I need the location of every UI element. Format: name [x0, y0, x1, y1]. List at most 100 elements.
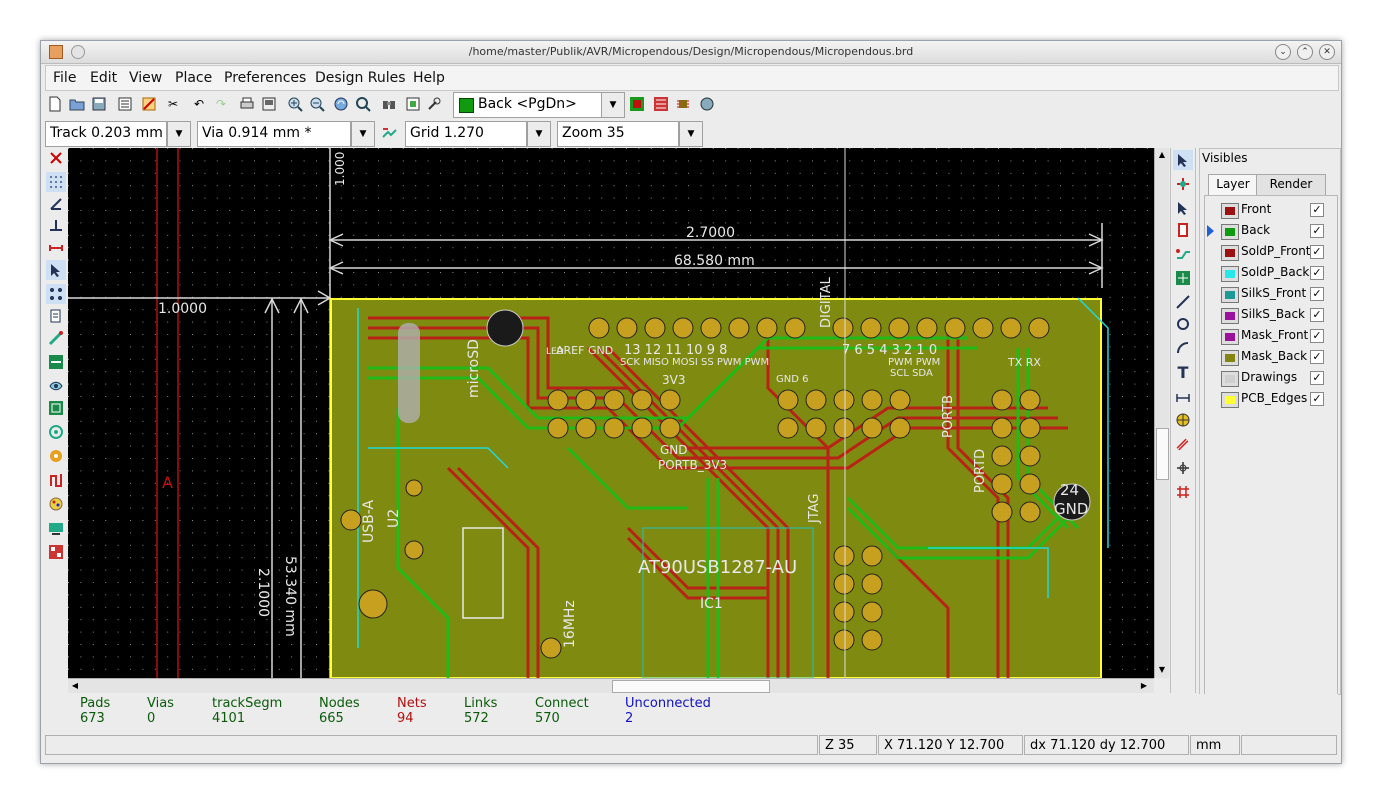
layer-name[interactable]: Back	[1241, 223, 1270, 237]
local-ratsnest-icon[interactable]	[1173, 198, 1193, 218]
layer-row[interactable]: SilkS_Back ✓	[1205, 305, 1337, 326]
layer-name[interactable]: SilkS_Front	[1241, 286, 1306, 300]
layer-color-swatch[interactable]	[1221, 392, 1239, 408]
polar-coords-icon[interactable]	[46, 194, 66, 214]
layer-name[interactable]: PCB_Edges	[1241, 391, 1307, 405]
layer-visible-checkbox[interactable]: ✓	[1310, 371, 1324, 385]
layer-color-swatch[interactable]	[1221, 266, 1239, 282]
zoom-fit-icon[interactable]	[353, 94, 373, 114]
zoom-out-icon[interactable]	[307, 94, 327, 114]
menu-place[interactable]: Place	[175, 70, 212, 86]
page-settings-icon[interactable]	[115, 94, 135, 114]
find-icon[interactable]	[379, 94, 399, 114]
grid-dropdown-icon[interactable]: ▼	[527, 121, 551, 147]
add-zone-icon[interactable]	[1173, 268, 1193, 288]
print-icon[interactable]	[237, 94, 257, 114]
cursor-shape-icon[interactable]	[46, 260, 66, 280]
tracks-sketch-icon[interactable]	[46, 470, 66, 490]
netlist-icon[interactable]	[403, 94, 423, 114]
add-target-icon[interactable]	[1173, 410, 1193, 430]
scroll-down-icon[interactable]: ▼	[1156, 664, 1168, 676]
layer-row[interactable]: SoldP_Back ✓	[1205, 263, 1337, 284]
layer-color-swatch[interactable]	[1221, 287, 1239, 303]
autoroute-icon[interactable]	[651, 94, 671, 114]
autoplace-icon[interactable]	[673, 94, 693, 114]
minimize-icon[interactable]: ⌄	[1275, 44, 1291, 60]
add-module-icon[interactable]	[1173, 220, 1193, 240]
layer-color-swatch[interactable]	[1221, 203, 1239, 219]
layer-row[interactable]: SilkS_Front ✓	[1205, 284, 1337, 305]
canvas-horizontal-scrollbar[interactable]: ◀ ▶	[68, 678, 1154, 693]
close-icon[interactable]: ✕	[1319, 44, 1335, 60]
auto-delete-track-icon[interactable]	[46, 328, 66, 348]
track-width-dropdown-icon[interactable]: ▼	[167, 121, 191, 147]
plot-icon[interactable]	[259, 94, 279, 114]
layer-row[interactable]: Front ✓	[1205, 200, 1337, 221]
units-inch-icon[interactable]	[46, 216, 66, 236]
board-setup-icon[interactable]	[139, 94, 159, 114]
layer-visible-checkbox[interactable]: ✓	[1310, 308, 1324, 322]
add-circle-icon[interactable]	[1173, 314, 1193, 334]
via-size-select[interactable]: Via 0.914 mm *	[197, 121, 351, 147]
layer-row[interactable]: Mask_Front ✓	[1205, 326, 1337, 347]
layer-visible-checkbox[interactable]: ✓	[1310, 245, 1324, 259]
track-width-select[interactable]: Track 0.203 mm *	[45, 121, 174, 147]
menu-view[interactable]: View	[129, 70, 162, 86]
layer-color-swatch[interactable]	[1221, 224, 1239, 240]
menu-edit[interactable]: Edit	[90, 70, 117, 86]
vertical-scroll-thumb[interactable]	[1156, 428, 1169, 480]
save-icon[interactable]	[89, 94, 109, 114]
zoom-dropdown-icon[interactable]: ▼	[679, 121, 703, 147]
menu-help[interactable]: Help	[413, 70, 445, 86]
tab-render[interactable]: Render	[1256, 174, 1326, 195]
grid-icon[interactable]	[46, 172, 66, 192]
zoom-redraw-icon[interactable]	[331, 94, 351, 114]
layers-manager-icon[interactable]	[46, 542, 66, 562]
via-size-dropdown-icon[interactable]: ▼	[351, 121, 375, 147]
layer-row[interactable]: Back ✓	[1205, 221, 1337, 242]
add-dimension-icon[interactable]	[1173, 386, 1193, 406]
add-arc-icon[interactable]	[1173, 338, 1193, 358]
canvas-vertical-scrollbar[interactable]: ▲ ▼	[1154, 148, 1169, 678]
zoom-in-icon[interactable]	[285, 94, 305, 114]
layer-visible-checkbox[interactable]: ✓	[1310, 266, 1324, 280]
open-icon[interactable]	[67, 94, 87, 114]
menu-design-rules[interactable]: Design Rules	[315, 70, 406, 86]
layer-name[interactable]: SoldP_Back	[1241, 265, 1309, 279]
layer-row[interactable]: PCB_Edges ✓	[1205, 389, 1337, 410]
grid-origin-icon[interactable]	[1173, 482, 1193, 502]
scroll-left-icon[interactable]: ◀	[69, 680, 81, 692]
add-line-icon[interactable]	[1173, 292, 1193, 312]
layer-name[interactable]: Mask_Back	[1241, 349, 1307, 363]
ratsnest-icon[interactable]	[46, 284, 66, 304]
grid-select[interactable]: Grid 1.270	[405, 121, 527, 147]
scroll-up-icon[interactable]: ▲	[1156, 149, 1168, 161]
highlight-net-icon[interactable]	[1173, 174, 1193, 194]
menu-preferences[interactable]: Preferences	[224, 70, 306, 86]
new-board-icon[interactable]	[45, 94, 65, 114]
layer-pair-icon[interactable]	[627, 94, 647, 114]
layer-select-dropdown-icon[interactable]: ▼	[601, 92, 625, 118]
auto-track-width-icon[interactable]	[379, 123, 399, 143]
redo-icon[interactable]: ↷	[211, 94, 231, 114]
layer-name[interactable]: Drawings	[1241, 370, 1297, 384]
layer-name[interactable]: SoldP_Front	[1241, 244, 1311, 258]
pads-sketch-icon[interactable]	[46, 422, 66, 442]
undo-icon[interactable]: ↶	[189, 94, 209, 114]
delete-icon[interactable]	[1173, 434, 1193, 454]
layer-select[interactable]: Back <PgDn>	[453, 92, 625, 118]
zones-hide-icon[interactable]	[46, 376, 66, 396]
scroll-right-icon[interactable]: ▶	[1138, 680, 1150, 692]
module-ratsnest-icon[interactable]	[46, 306, 66, 326]
cut-icon[interactable]: ✂	[163, 94, 183, 114]
layer-color-swatch[interactable]	[1221, 245, 1239, 261]
layer-visible-checkbox[interactable]: ✓	[1310, 224, 1324, 238]
web-icon[interactable]	[697, 94, 717, 114]
horizontal-scroll-thumb[interactable]	[612, 680, 770, 693]
high-contrast-icon[interactable]	[46, 494, 66, 514]
drc-off-icon[interactable]	[46, 148, 66, 168]
drc-icon[interactable]	[425, 94, 445, 114]
layer-color-swatch[interactable]	[1221, 329, 1239, 345]
layer-name[interactable]: Mask_Front	[1241, 328, 1308, 342]
zones-outline-icon[interactable]	[46, 398, 66, 418]
